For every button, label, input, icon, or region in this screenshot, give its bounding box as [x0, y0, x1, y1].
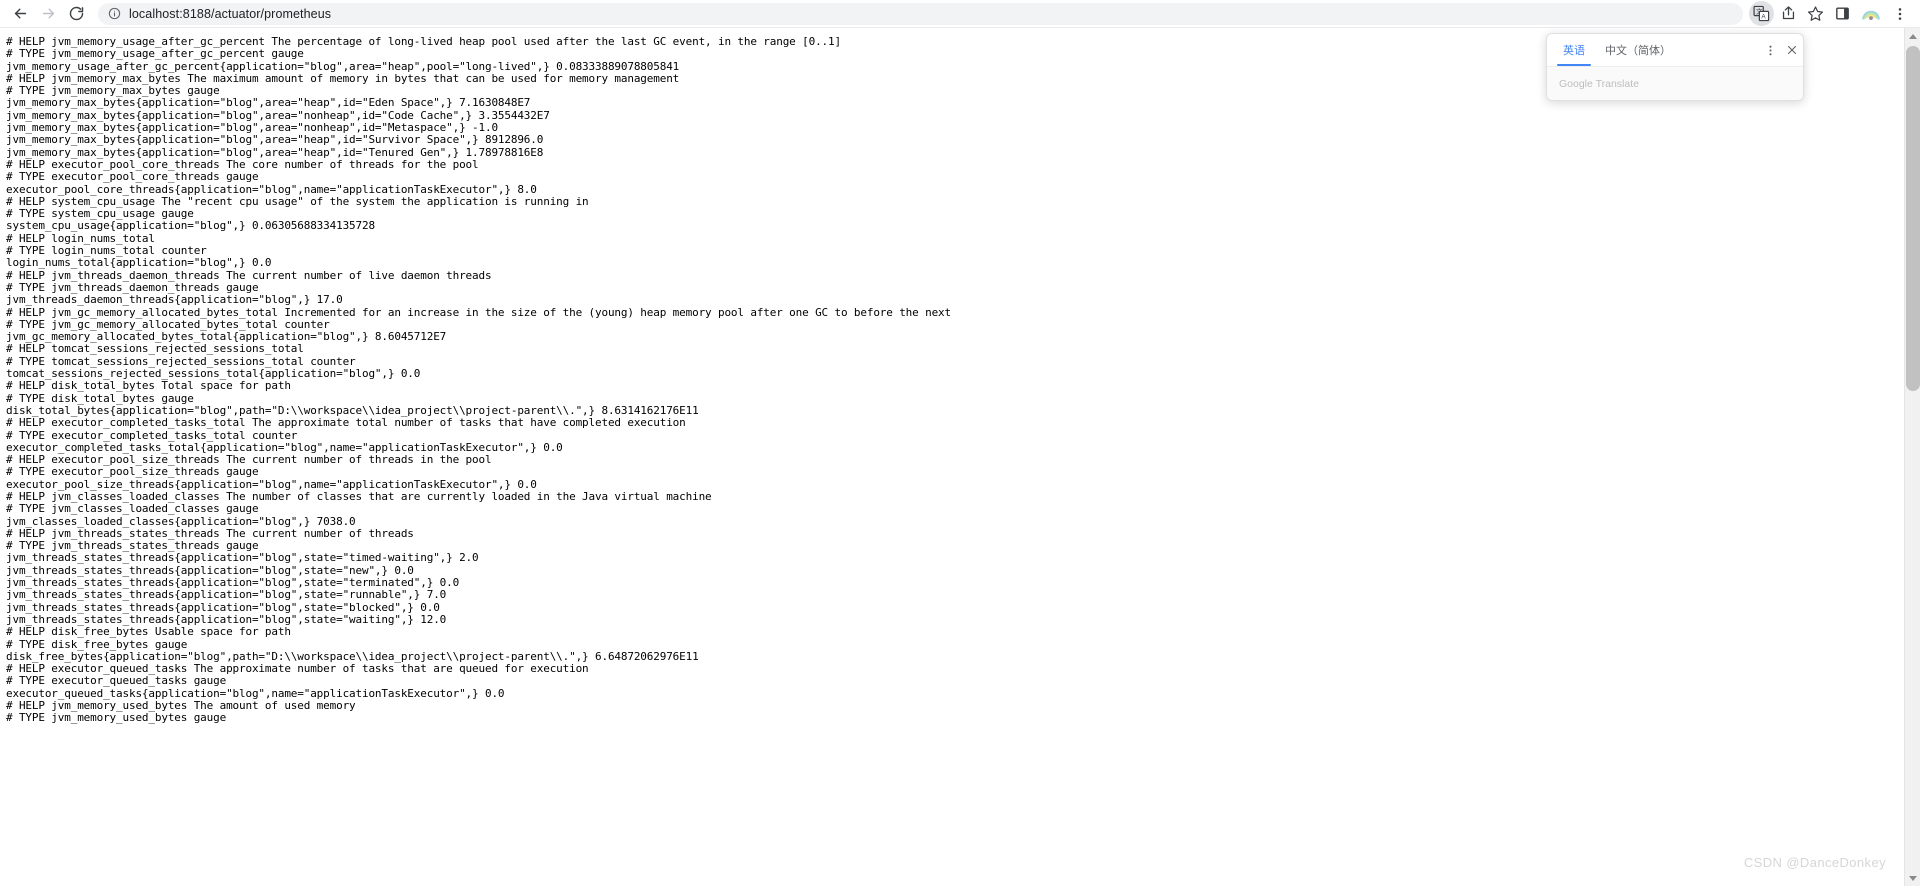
translate-tab-english-label: 英语 [1563, 45, 1585, 57]
translate-tabs-spacer [1681, 34, 1759, 66]
svg-text:A: A [1761, 14, 1766, 21]
translate-footer: Google Translate [1547, 67, 1803, 100]
share-button[interactable] [1776, 1, 1801, 26]
translate-tab-english[interactable]: 英语 [1553, 34, 1595, 66]
avatar-image [1860, 2, 1882, 25]
reload-icon [69, 6, 83, 21]
avatar[interactable] [1860, 2, 1882, 25]
translate-close-button[interactable] [1781, 34, 1803, 66]
scroll-down-button[interactable] [1905, 870, 1920, 886]
translate-popup: 英语 中文（简体） Google Translate [1546, 33, 1804, 101]
close-icon [1787, 45, 1797, 55]
chrome-menu-button[interactable] [1887, 1, 1912, 26]
site-info-icon[interactable] [108, 7, 121, 20]
csdn-watermark: CSDN @DanceDonkey [1743, 855, 1886, 870]
translate-footer-label: Google Translate [1559, 77, 1639, 90]
translate-icon: 文 A [1753, 5, 1770, 22]
kebab-menu-icon [1768, 45, 1772, 55]
translate-tab-chinese-label: 中文（简体） [1605, 45, 1671, 57]
address-bar[interactable]: localhost:8188/actuator/prometheus [98, 2, 1743, 25]
metrics-text: # HELP jvm_memory_usage_after_gc_percent… [6, 35, 951, 725]
translate-button[interactable]: 文 A [1749, 1, 1774, 26]
vertical-scrollbar[interactable] [1904, 28, 1920, 886]
kebab-menu-icon [1898, 7, 1901, 20]
arrow-left-icon [14, 8, 26, 19]
back-button[interactable] [6, 0, 34, 28]
reload-button[interactable] [62, 0, 90, 28]
prometheus-metrics-page: # HELP jvm_memory_usage_after_gc_percent… [0, 28, 1904, 886]
chevron-up-icon [1909, 33, 1917, 39]
star-icon [1807, 6, 1824, 21]
translate-options-button[interactable] [1759, 34, 1781, 66]
arrow-right-icon [42, 8, 54, 19]
info-circle-icon [108, 7, 121, 20]
bookmark-button[interactable] [1803, 1, 1828, 26]
translate-language-tabs: 英语 中文（简体） [1547, 34, 1803, 67]
url-text: localhost:8188/actuator/prometheus [129, 6, 332, 21]
side-panel-button[interactable] [1830, 1, 1855, 26]
translate-tab-chinese[interactable]: 中文（简体） [1595, 34, 1681, 66]
forward-button[interactable] [34, 0, 62, 28]
toolbar-actions: 文 A [1749, 1, 1914, 26]
browser-toolbar: localhost:8188/actuator/prometheus 文 A [0, 0, 1920, 28]
chevron-down-icon [1909, 875, 1917, 881]
share-icon [1782, 6, 1795, 20]
scroll-thumb[interactable] [1906, 46, 1920, 391]
scroll-up-button[interactable] [1905, 28, 1920, 44]
side-panel-icon [1836, 7, 1849, 20]
